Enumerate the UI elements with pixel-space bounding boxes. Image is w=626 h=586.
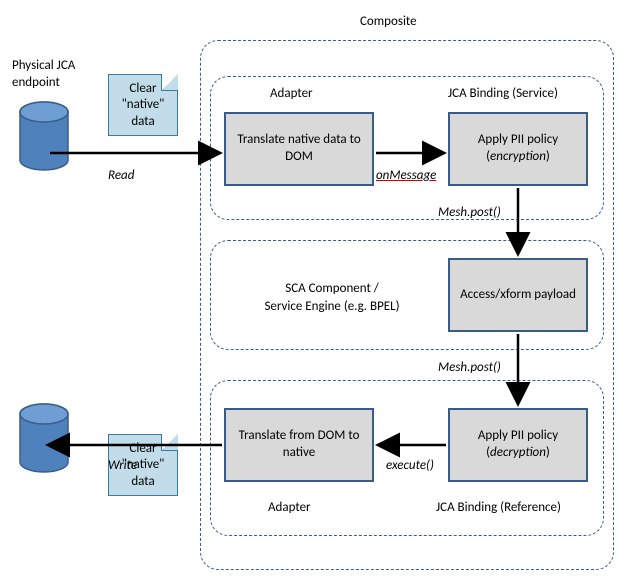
jca-service-label: JCA Binding (Service) xyxy=(448,86,558,101)
read-label: Read xyxy=(108,168,134,183)
sca-label: SCA Component /Service Engine (e.g. BPEL… xyxy=(242,280,422,315)
physical-endpoint-label: Physical JCAendpoint xyxy=(12,58,102,92)
apply-encrypt-box: Apply PII policy(encryption) xyxy=(448,112,588,186)
on-message-label: onMessage xyxy=(376,168,436,183)
mesh-post-1-label: Mesh.post() xyxy=(438,205,501,220)
mesh-post-2-label: Mesh.post() xyxy=(438,360,501,375)
write-label: Write xyxy=(108,458,137,473)
translate-to-dom-box: Translate native data to DOM xyxy=(224,112,374,186)
clear-native-data-top-text: Clear"native"data xyxy=(122,81,165,129)
clear-native-data-top-note: Clear"native"data xyxy=(108,74,178,136)
access-payload-box: Access/xform payload xyxy=(448,258,588,332)
composite-title: Composite xyxy=(360,14,417,29)
translate-to-dom-text: Translate native data to DOM xyxy=(230,132,368,166)
database-bottom-icon xyxy=(16,402,72,476)
access-payload-text: Access/xform payload xyxy=(460,287,576,304)
apply-encrypt-text: Apply PII policy(encryption) xyxy=(478,132,558,166)
translate-to-native-box: Translate from DOM to native xyxy=(224,408,374,482)
database-top-icon xyxy=(16,100,72,174)
apply-decrypt-box: Apply PII policy(decryption) xyxy=(448,408,588,482)
apply-decrypt-text: Apply PII policy(decryption) xyxy=(478,428,558,462)
execute-label: execute() xyxy=(386,458,434,473)
translate-to-native-text: Translate from DOM to native xyxy=(230,428,368,462)
adapter-bottom-label: Adapter xyxy=(268,500,311,515)
adapter-top-label: Adapter xyxy=(270,86,313,101)
jca-reference-label: JCA Binding (Reference) xyxy=(436,500,561,515)
